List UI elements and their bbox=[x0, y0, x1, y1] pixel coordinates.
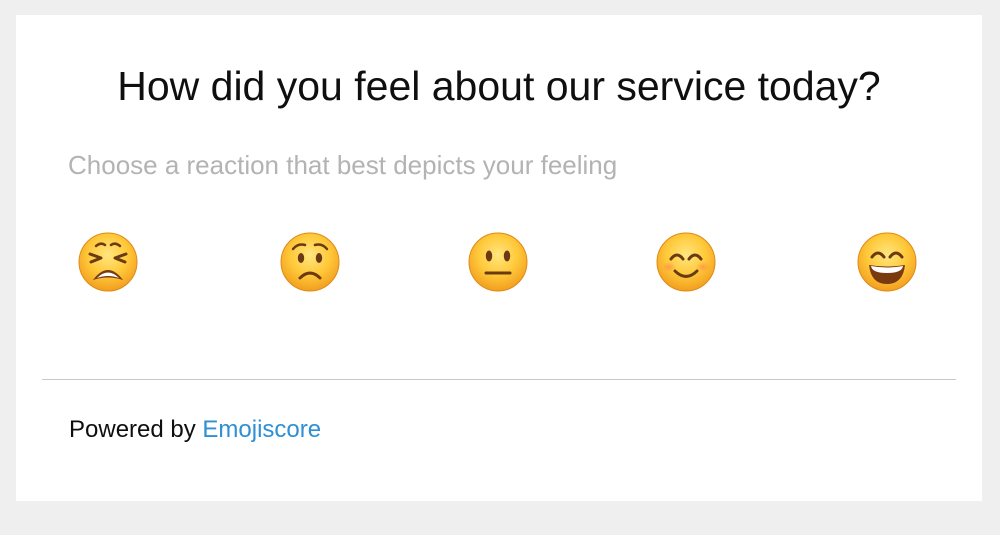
reaction-grinning[interactable] bbox=[857, 232, 917, 292]
reaction-neutral[interactable] bbox=[468, 232, 528, 292]
page-title: How did you feel about our service today… bbox=[117, 63, 881, 109]
emojiscore-link[interactable]: Emojiscore bbox=[202, 416, 321, 443]
footer: Powered by Emojiscore bbox=[69, 416, 321, 444]
worried-face-icon bbox=[280, 232, 340, 292]
powered-by-label: Powered by bbox=[69, 416, 196, 443]
reaction-weary[interactable] bbox=[78, 232, 138, 292]
smiling-face-icon bbox=[656, 232, 716, 292]
weary-face-icon bbox=[78, 232, 138, 292]
instruction-text: Choose a reaction that best depicts your… bbox=[68, 150, 618, 180]
reaction-worried[interactable] bbox=[280, 232, 340, 292]
neutral-face-icon bbox=[468, 232, 528, 292]
survey-card: How did you feel about our service today… bbox=[16, 15, 982, 501]
reaction-smiling[interactable] bbox=[656, 232, 716, 292]
divider bbox=[42, 379, 956, 380]
grinning-face-icon bbox=[857, 232, 917, 292]
